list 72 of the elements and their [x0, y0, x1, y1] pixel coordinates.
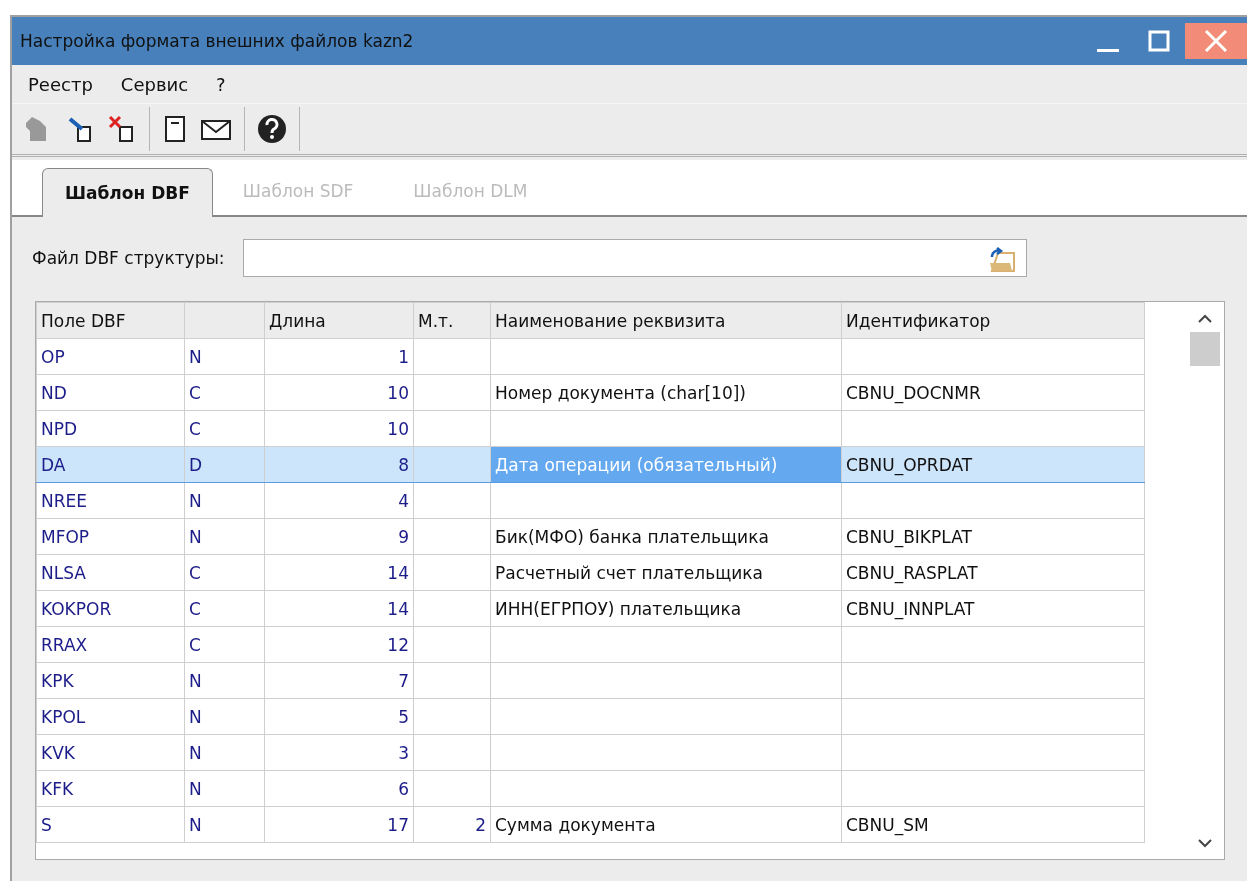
table-cell: C [184, 590, 265, 627]
table-cell: N [184, 338, 265, 375]
column-header[interactable]: М.т. [413, 302, 491, 339]
table-cell: N [184, 698, 265, 735]
column-header[interactable]: Длина [264, 302, 414, 339]
column-header[interactable]: Поле DBF [36, 302, 185, 339]
table-cell: 8 [264, 446, 414, 483]
menu-item[interactable]: ? [216, 73, 226, 95]
scroll-up-icon[interactable] [1197, 312, 1213, 324]
table-cell: Дата операции (обязательный) [490, 446, 842, 483]
table-cell: 14 [264, 554, 414, 591]
table-cell: ND [36, 374, 185, 411]
table-cell: C [184, 554, 265, 591]
table-cell: 2 [413, 806, 491, 843]
scroll-down-icon[interactable] [1197, 837, 1213, 849]
column-header[interactable]: Идентификатор [841, 302, 1145, 339]
table-cell: Расчетный счет плательщика [490, 554, 842, 591]
table-cell: 17 [264, 806, 414, 843]
table-cell: N [184, 518, 265, 555]
table-cell: MFOP [36, 518, 185, 555]
table-cell: 6 [264, 770, 414, 807]
table-cell: DA [36, 446, 185, 483]
maximize-icon[interactable] [1147, 29, 1171, 53]
table-cell: 5 [264, 698, 414, 735]
tab[interactable]: Шаблон DBF [42, 168, 213, 217]
table-cell: C [184, 626, 265, 663]
field-label: Файл DBF структуры: [32, 248, 225, 268]
table-cell: 4 [264, 482, 414, 519]
table-cell: KVK [36, 734, 185, 771]
table-cell: 7 [264, 662, 414, 699]
table-cell: KFK [36, 770, 185, 807]
column-header[interactable]: Наименование реквизита [490, 302, 842, 339]
table-cell: 10 [264, 410, 414, 447]
table-cell: C [184, 410, 265, 447]
table-cell: D [184, 446, 265, 483]
table-cell: 9 [264, 518, 414, 555]
menu-item[interactable]: Реестр [28, 73, 93, 95]
minimize-icon[interactable] [1097, 48, 1119, 52]
table-cell: NREE [36, 482, 185, 519]
table-cell: Бик(МФО) банка плательщика [490, 518, 842, 555]
table-cell: CBNU_INNPLAT [841, 590, 1145, 627]
window-title: Настройка формата внешних файлов kazn2 [20, 31, 415, 51]
table-cell: Номер документа (char[10]) [490, 374, 842, 411]
table-cell: CBNU_SM [841, 806, 1145, 843]
scrollbar-thumb[interactable] [1190, 332, 1220, 366]
table-cell: CBNU_RASPLAT [841, 554, 1145, 591]
table-cell: S [36, 806, 185, 843]
table-cell: KOKPOR [36, 590, 185, 627]
table-cell: N [184, 662, 265, 699]
table-cell: KPOL [36, 698, 185, 735]
table-cell: OP [36, 338, 185, 375]
table-cell: C [184, 374, 265, 411]
menu-item[interactable]: Сервис [120, 73, 189, 95]
table-cell: CBNU_BIKPLAT [841, 518, 1145, 555]
table-cell: CBNU_DOCNMR [841, 374, 1145, 411]
table-cell: 1 [264, 338, 414, 375]
table-cell: NPD [36, 410, 185, 447]
table-cell: ИНН(ЕГРПОУ) плательщика [490, 590, 842, 627]
table-cell: N [184, 770, 265, 807]
table-cell: N [184, 734, 265, 771]
table-cell: Сумма документа [490, 806, 842, 843]
table-cell: 12 [264, 626, 414, 663]
table-cell: CBNU_OPRDAT [841, 446, 1145, 483]
table-cell: KPK [36, 662, 185, 699]
table-cell: N [184, 482, 265, 519]
table-cell: NLSA [36, 554, 185, 591]
close-icon [1203, 28, 1229, 54]
table-cell: 10 [264, 374, 414, 411]
table-cell: 3 [264, 734, 414, 771]
table-cell: N [184, 806, 265, 843]
table-cell: 14 [264, 590, 414, 627]
table-cell: RRAX [36, 626, 185, 663]
